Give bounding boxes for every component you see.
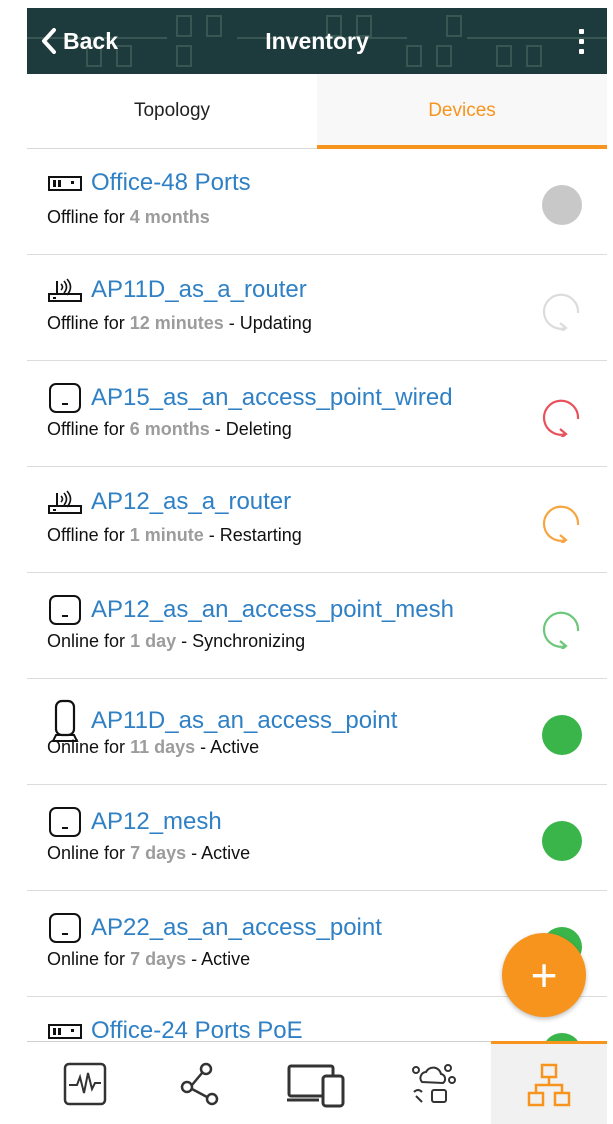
device-row[interactable]: AP15_as_an_access_point_wired Offline for… (27, 361, 607, 467)
more-options-icon[interactable] (571, 22, 591, 60)
nav-devices[interactable] (259, 1042, 375, 1124)
device-status-text: Online for 11 days - Active (47, 737, 259, 758)
device-row[interactable]: Office-48 Ports Offline for 4 months (27, 149, 607, 255)
device-activity: - Active (195, 737, 260, 757)
device-name[interactable]: AP11D_as_a_router (47, 275, 307, 305)
tab-bar: Topology Devices (27, 74, 607, 149)
tab-devices[interactable]: Devices (317, 74, 607, 149)
device-name-label: Office-48 Ports (91, 169, 251, 196)
device-state: Online for (47, 843, 126, 863)
status-active-icon (542, 715, 582, 755)
device-name-label: AP12_mesh (91, 808, 222, 835)
devices-icon (287, 1064, 345, 1107)
device-name-label: AP11D_as_an_access_point (91, 707, 398, 734)
device-name[interactable]: AP22_as_an_access_point (47, 911, 382, 945)
status-updating-icon (542, 291, 582, 333)
device-status-text: Online for 1 day - Synchronizing (47, 631, 305, 652)
router-icon (47, 487, 83, 517)
status-offline-icon (542, 185, 582, 225)
device-state: Offline for (47, 525, 125, 545)
device-activity: - Deleting (209, 419, 292, 439)
device-duration: 4 months (129, 207, 210, 227)
device-activity: - Restarting (203, 525, 302, 545)
status-active-icon (542, 821, 582, 861)
device-row[interactable]: AP12_as_an_access_point_mesh Online for 1… (27, 573, 607, 679)
router-icon (47, 275, 83, 305)
bottom-nav (27, 1041, 607, 1124)
nav-activity[interactable] (27, 1042, 143, 1124)
device-row[interactable]: AP11D_as_a_router Offline for 12 minutes … (27, 255, 607, 361)
nav-hierarchy[interactable] (491, 1041, 607, 1124)
device-activity: - Synchronizing (176, 631, 306, 651)
access-point-icon (47, 911, 83, 945)
switch-icon (47, 1020, 83, 1042)
app-screen: Back Inventory Topology Devices Office-4… (27, 8, 607, 1124)
device-row[interactable]: AP12_mesh Online for 7 days - Active (27, 785, 607, 891)
network-graph-icon (180, 1062, 219, 1105)
device-state: Online for (47, 631, 126, 651)
device-name[interactable]: AP12_as_an_access_point_mesh (47, 593, 454, 627)
device-duration: 1 day (130, 631, 177, 651)
activity-monitor-icon (63, 1062, 107, 1105)
device-duration: 1 minute (129, 525, 204, 545)
device-duration: 12 minutes (129, 313, 224, 333)
device-status-text: Offline for 6 months - Deleting (47, 419, 292, 440)
device-name[interactable]: AP12_mesh (47, 805, 222, 839)
device-state: Offline for (47, 313, 125, 333)
device-name-label: AP11D_as_a_router (91, 276, 307, 303)
device-row[interactable]: AP11D_as_an_access_point Online for 11 da… (27, 679, 607, 785)
access-point-icon (47, 805, 83, 839)
device-status-text: Offline for 1 minute - Restarting (47, 525, 302, 546)
device-name[interactable]: AP12_as_a_router (47, 487, 291, 517)
device-state: Online for (47, 949, 126, 969)
device-state: Offline for (47, 207, 125, 227)
device-status-text: Offline for 4 months (47, 207, 210, 228)
device-status-text: Online for 7 days - Active (47, 843, 250, 864)
device-status-text: Online for 7 days - Active (47, 949, 250, 970)
device-duration: 7 days (130, 843, 187, 863)
device-state: Online for (47, 737, 126, 757)
device-activity: - Active (186, 843, 251, 863)
access-point-icon (47, 381, 83, 415)
status-deleting-icon (542, 397, 582, 439)
cloud-clients-icon (412, 1063, 456, 1103)
device-name[interactable]: Office-48 Ports (47, 169, 251, 197)
hierarchy-icon (527, 1063, 571, 1106)
device-duration: 11 days (130, 737, 196, 757)
device-status-text: Offline for 12 minutes - Updating (47, 313, 312, 334)
add-device-button[interactable]: + (502, 933, 586, 1017)
app-header: Back Inventory (27, 8, 607, 74)
switch-icon (47, 172, 83, 194)
device-row[interactable]: AP12_as_a_router Offline for 1 minute - R… (27, 467, 607, 573)
status-synchronizing-icon (542, 609, 582, 651)
tab-devices-label: Devices (428, 100, 496, 121)
device-name-label: AP12_as_a_router (91, 488, 292, 515)
access-point-icon (47, 593, 83, 627)
device-duration: 6 months (129, 419, 210, 439)
device-name-label: AP22_as_an_access_point (91, 914, 382, 941)
device-name[interactable]: AP15_as_an_access_point_wired (47, 381, 453, 415)
device-name-label: AP15_as_an_access_point_wired (91, 384, 453, 411)
device-state: Offline for (47, 419, 125, 439)
device-duration: 7 days (130, 949, 187, 969)
status-restarting-icon (542, 503, 582, 545)
device-activity: - Active (186, 949, 251, 969)
nav-topology[interactable] (143, 1042, 259, 1124)
device-activity: - Updating (223, 313, 312, 333)
tab-topology[interactable]: Topology (27, 74, 317, 148)
tab-topology-label: Topology (133, 100, 211, 121)
device-name-label: AP12_as_an_access_point_mesh (91, 596, 454, 623)
nav-clients[interactable] (375, 1042, 491, 1124)
page-title: Inventory (265, 28, 369, 54)
